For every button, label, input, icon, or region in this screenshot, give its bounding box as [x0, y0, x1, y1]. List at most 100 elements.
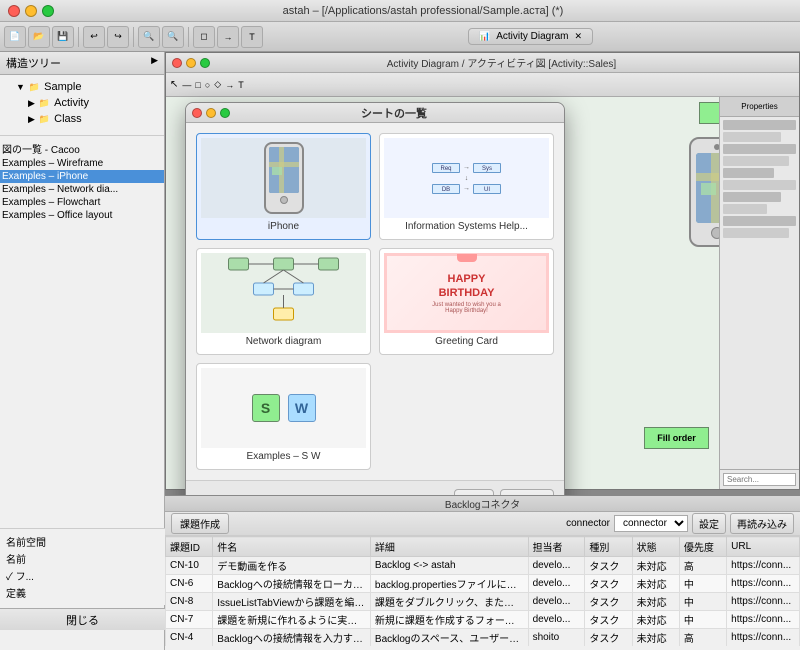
inner-minimize-btn[interactable]	[186, 58, 196, 68]
fillorder-box: Fill order	[644, 427, 709, 449]
sheet-item-iphone[interactable]: iPhone	[196, 133, 371, 240]
modal-min-btn[interactable]	[206, 108, 216, 118]
cell-detail: 新規に課題を作成するフォームを作る	[370, 611, 528, 629]
cell-id: CN-8	[166, 593, 213, 611]
tree-arrow-sample: ▼	[16, 82, 25, 92]
tree-collapse-icon[interactable]: ▶	[151, 55, 158, 71]
inner-maximize-btn[interactable]	[200, 58, 210, 68]
table-row[interactable]: CN-4Backlogへの接続情報を入力するフ...Backlogのスペース、ユ…	[166, 629, 800, 647]
main-layout: 構造ツリー ▶ ▼ 📁 Sample ▶ 📁 Activity ▶ 📁 Clas…	[0, 52, 800, 650]
sheet-item-infosys[interactable]: Req → Sys ↓ DB → UI	[379, 133, 554, 240]
close-window-btn[interactable]	[8, 5, 20, 17]
cell-name: Backlogへの接続情報を入力するフ...	[213, 629, 371, 647]
modal-max-btn[interactable]	[220, 108, 230, 118]
list-item-cacoo[interactable]: 図の一覧 - Cacoo	[0, 140, 164, 157]
right-properties-panel: Properties	[719, 97, 799, 489]
new-icon[interactable]: 📄	[4, 26, 26, 48]
tree-item-sample[interactable]: ▼ 📁 Sample	[0, 79, 164, 95]
cell-type: タスク	[585, 557, 632, 575]
panel-search-input[interactable]	[723, 473, 796, 486]
tab-label: Activity Diagram	[496, 31, 568, 42]
rect-tool-icon[interactable]: □	[193, 80, 202, 90]
save-icon[interactable]: 💾	[52, 26, 74, 48]
birthday-sheet-label: Greeting Card	[384, 333, 549, 350]
list-item-flowchart[interactable]: Examples – Flowchart	[0, 196, 164, 209]
arrow-icon[interactable]: →	[217, 26, 239, 48]
network-svg	[201, 253, 366, 333]
inner-window-controls	[172, 58, 210, 68]
tab-close-icon[interactable]: ✕	[574, 31, 582, 42]
table-row[interactable]: CN-7課題を新規に作れるように実装する新規に課題を作成するフォームを作るdev…	[166, 611, 800, 629]
sheet-list-modal: シートの一覧	[185, 102, 565, 538]
cell-url: https://conn...	[727, 611, 800, 629]
arrow-tool-icon[interactable]: →	[223, 80, 236, 90]
diamond-tool-icon[interactable]: ◇	[212, 79, 223, 90]
zoom-in-icon[interactable]: 🔍	[138, 26, 160, 48]
backlog-panel: Backlogコネクタ 課題作成 connector connector 設定 …	[165, 495, 800, 650]
panel-search[interactable]	[720, 469, 799, 489]
prop-namespace: 名前空間	[4, 533, 161, 550]
cell-detail: Backlogのスペース、ユーザー名、パスワ...	[370, 629, 528, 647]
undo-icon[interactable]: ↩	[83, 26, 105, 48]
oval-tool-icon[interactable]: ○	[203, 80, 212, 90]
prop-name: 名前	[4, 550, 161, 567]
diagram-icon[interactable]: ◻	[193, 26, 215, 48]
tree-arrow-activity: ▶	[28, 98, 35, 109]
table-row[interactable]: CN-10デモ動画を作るBacklog <-> astahdevelo...タス…	[166, 557, 800, 575]
cell-url: https://conn...	[727, 629, 800, 647]
sheet-item-birthday[interactable]: HAPPYBIRTHDAY Just wanted to wish you aH…	[379, 248, 554, 355]
inner-diagram-title: Activity Diagram / アクティビティ図 [Activity::S…	[210, 55, 793, 70]
cell-name: デモ動画を作る	[213, 557, 371, 575]
infosys-sheet-label: Information Systems Help...	[384, 218, 549, 235]
modal-body: iPhone Req → Sys ↓	[186, 123, 564, 480]
list-item-office[interactable]: Examples – Office layout	[0, 209, 164, 222]
maximize-window-btn[interactable]	[42, 5, 54, 17]
list-item-iphone[interactable]: Examples – iPhone	[0, 170, 164, 183]
reload-button[interactable]: 再読み込み	[730, 513, 794, 534]
sheet-item-extra[interactable]: S W Examples – S W	[196, 363, 371, 470]
cell-type: タスク	[585, 575, 632, 593]
inner-title-bar: Activity Diagram / アクティビティ図 [Activity::S…	[166, 53, 799, 73]
inner-diagram-toolbar: ↖ — □ ○ ◇ → T	[166, 73, 799, 97]
open-icon[interactable]: 📂	[28, 26, 50, 48]
cell-url: https://conn...	[727, 575, 800, 593]
cell-name: Backlogへの接続情報をローカル...	[213, 575, 371, 593]
sheet-item-network[interactable]: Network diagram	[196, 248, 371, 355]
cell-priority: 高	[679, 557, 726, 575]
create-issue-button[interactable]: 課題作成	[171, 513, 229, 534]
minimize-window-btn[interactable]	[25, 5, 37, 17]
inner-close-btn[interactable]	[172, 58, 182, 68]
tree-header-label: 構造ツリー	[6, 55, 61, 71]
list-item-wireframe[interactable]: Examples – Wireframe	[0, 157, 164, 170]
connector-select[interactable]: connector	[614, 515, 688, 532]
backlog-title: Backlogコネクタ	[445, 496, 520, 511]
table-row[interactable]: CN-8IssueListTabViewから課題を編集...課題をダブルクリック…	[166, 593, 800, 611]
redo-icon[interactable]: ↪	[107, 26, 129, 48]
list-item-network[interactable]: Examples – Network dia...	[0, 183, 164, 196]
cell-url: https://conn...	[727, 557, 800, 575]
prop-check: ✓ フ...	[4, 567, 161, 584]
table-row[interactable]: CN-6Backlogへの接続情報をローカル...backlog.propert…	[166, 575, 800, 593]
col-assignee: 担当者	[528, 537, 585, 557]
activity-diagram-tab[interactable]: 📊 Activity Diagram ✕	[468, 28, 593, 45]
tree-item-class[interactable]: ▶ 📁 Class	[0, 111, 164, 127]
prop-definition: 定義	[4, 584, 161, 601]
cursor-icon[interactable]: ↖	[168, 79, 180, 90]
modal-close-btn[interactable]	[192, 108, 202, 118]
tree-item-activity[interactable]: ▶ 📁 Activity	[0, 95, 164, 111]
tree-label-class: Class	[54, 113, 82, 125]
tree-label-activity: Activity	[54, 97, 89, 109]
modal-title-bar: シートの一覧	[186, 103, 564, 123]
text-icon[interactable]: T	[241, 26, 263, 48]
class-folder-icon: 📁	[39, 114, 50, 125]
settings-connector-button[interactable]: 設定	[692, 513, 726, 534]
cell-type: タスク	[585, 629, 632, 647]
properties-panel: 名前空間 名前 ✓ フ... 定義	[0, 528, 165, 605]
line-tool-icon[interactable]: —	[180, 80, 193, 90]
text-tool-icon[interactable]: T	[236, 80, 246, 90]
zoom-out-icon[interactable]: 🔍	[162, 26, 184, 48]
close-button[interactable]: 閉じる	[0, 608, 165, 630]
col-type: 種別	[585, 537, 632, 557]
backlog-table-body: CN-10デモ動画を作るBacklog <-> astahdevelo...タス…	[166, 557, 800, 647]
cell-id: CN-4	[166, 629, 213, 647]
